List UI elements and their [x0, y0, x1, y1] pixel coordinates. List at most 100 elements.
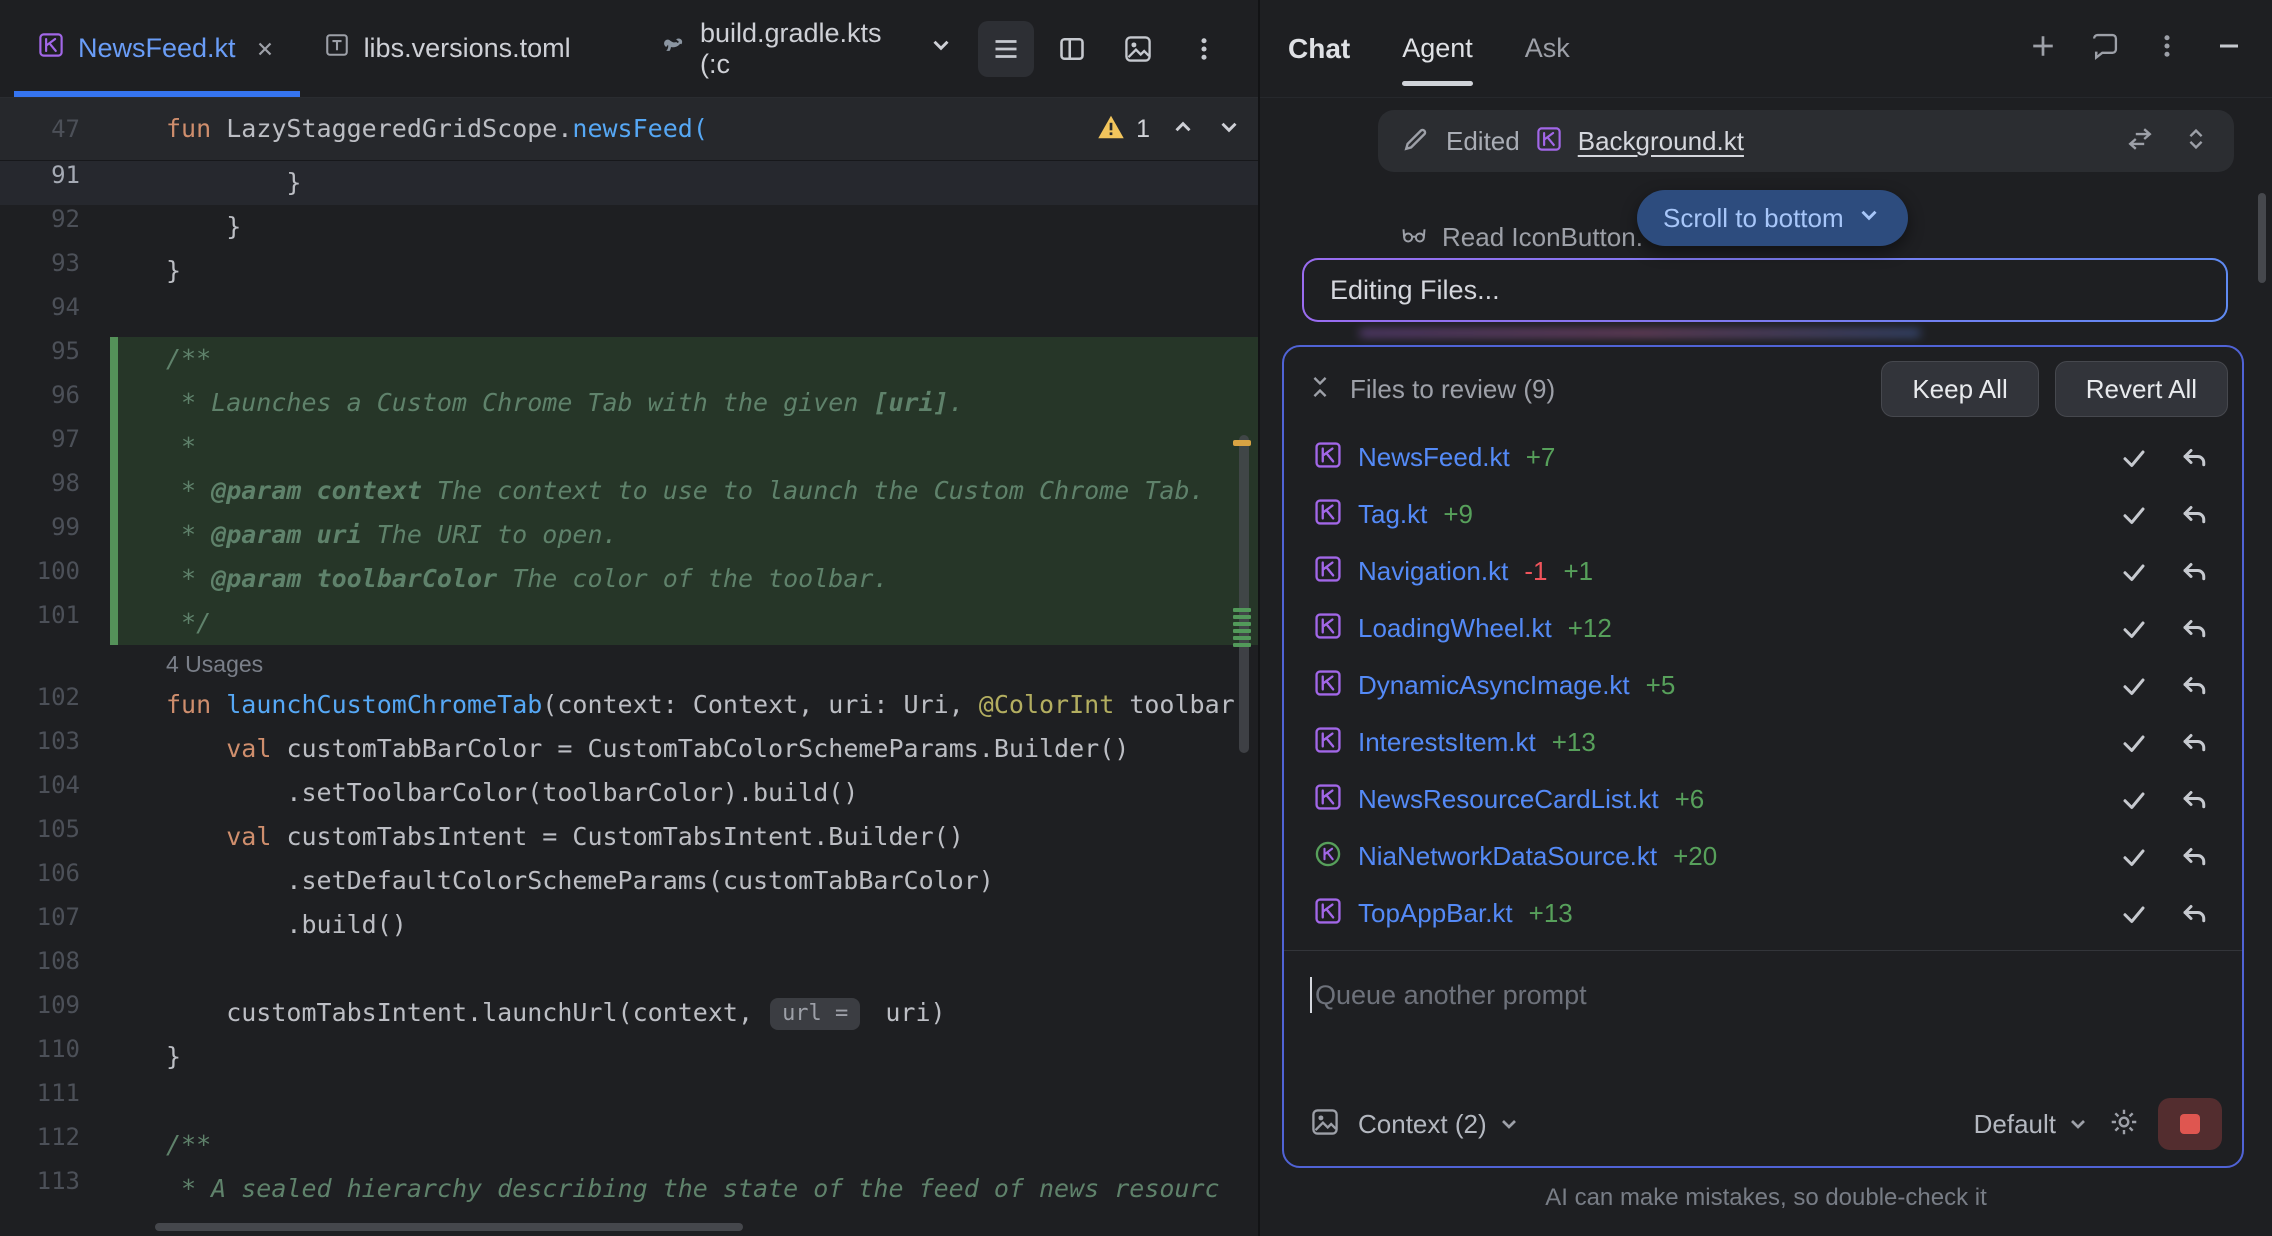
minimize-icon[interactable] — [2214, 31, 2244, 66]
code-token: The context to use to launch the Custom … — [422, 476, 1205, 505]
close-tab-icon[interactable] — [254, 38, 276, 60]
accept-file-button[interactable] — [2112, 892, 2156, 936]
code-line[interactable]: 103 val customTabBarColor = CustomTabCol… — [0, 727, 1258, 771]
code-area[interactable]: 91 }92 }93}9495/**96 * Launches a Custom… — [0, 161, 1258, 1211]
accept-file-button[interactable] — [2112, 721, 2156, 765]
gear-icon[interactable] — [2108, 1106, 2140, 1143]
revert-file-button[interactable] — [2172, 778, 2216, 822]
horizontal-scrollbar[interactable] — [155, 1223, 743, 1231]
warning-icon[interactable] — [1096, 112, 1126, 147]
usages-hint-row[interactable]: 4 Usages — [0, 645, 1258, 683]
code-line[interactable]: 98 * @param context The context to use t… — [0, 469, 1258, 513]
file-link[interactable]: Navigation.kt — [1358, 556, 1508, 587]
code-line[interactable]: 112/** — [0, 1123, 1258, 1167]
line-number: 105 — [0, 815, 110, 859]
chevron-down-icon[interactable] — [928, 32, 954, 65]
split-view-icon[interactable] — [1044, 21, 1100, 77]
code-line[interactable]: 91 } — [0, 161, 1258, 205]
revert-file-button[interactable] — [2172, 892, 2216, 936]
chevron-up-icon[interactable] — [1170, 114, 1196, 145]
prompt-input[interactable]: Queue another prompt — [1284, 951, 2242, 1013]
context-dropdown[interactable]: Context (2) — [1358, 1109, 1521, 1140]
revert-file-button[interactable] — [2172, 664, 2216, 708]
stop-icon — [2180, 1114, 2200, 1134]
attach-image-icon[interactable] — [1310, 1107, 1340, 1142]
code-line[interactable]: 106 .setDefaultColorSchemeParams(customT… — [0, 859, 1258, 903]
file-link[interactable]: Tag.kt — [1358, 499, 1427, 530]
chevron-down-icon[interactable] — [1216, 114, 1242, 145]
panel-scrollbar[interactable] — [2258, 193, 2266, 283]
file-link[interactable]: NiaNetworkDataSource.kt — [1358, 841, 1657, 872]
code-text: val customTabBarColor = CustomTabColorSc… — [118, 727, 1258, 771]
show-diff-icon[interactable] — [2126, 125, 2154, 158]
warning-stripe-mark[interactable] — [1233, 440, 1251, 446]
code-line[interactable]: 111 — [0, 1079, 1258, 1123]
tab-ask[interactable]: Ask — [1525, 0, 1570, 97]
code-line[interactable]: 108 — [0, 947, 1258, 991]
tab-build-gradle[interactable]: build.gradle.kts (:c — [634, 0, 978, 97]
tab-libs-versions-toml[interactable]: libs.versions.toml — [300, 0, 595, 97]
revert-file-button[interactable] — [2172, 835, 2216, 879]
sticky-header-line[interactable]: 47 fun LazyStaggeredGridScope.newsFeed( … — [0, 98, 1258, 161]
code-line[interactable]: 93} — [0, 249, 1258, 293]
kebab-menu-icon[interactable] — [2152, 31, 2182, 66]
revert-all-button[interactable]: Revert All — [2055, 361, 2228, 417]
code-line[interactable]: 107 .build() — [0, 903, 1258, 947]
accept-file-button[interactable] — [2112, 607, 2156, 651]
list-view-icon[interactable] — [978, 21, 1034, 77]
file-link[interactable]: InterestsItem.kt — [1358, 727, 1536, 758]
file-link[interactable]: NewsFeed.kt — [1358, 442, 1510, 473]
code-line[interactable]: 94 — [0, 293, 1258, 337]
code-line[interactable]: 92 } — [0, 205, 1258, 249]
code-line[interactable]: 113 * A sealed hierarchy describing the … — [0, 1167, 1258, 1211]
collapse-icon[interactable] — [1306, 373, 1334, 406]
file-link[interactable]: LoadingWheel.kt — [1358, 613, 1552, 644]
accept-file-button[interactable] — [2112, 436, 2156, 480]
code-line[interactable]: 110} — [0, 1035, 1258, 1079]
chat-history-icon[interactable] — [2090, 31, 2120, 66]
accept-file-button[interactable] — [2112, 550, 2156, 594]
scroll-to-bottom-button[interactable]: Scroll to bottom — [1637, 190, 1908, 246]
accept-file-button[interactable] — [2112, 835, 2156, 879]
file-link[interactable]: TopAppBar.kt — [1358, 898, 1513, 929]
change-stripe-marks[interactable] — [1233, 608, 1251, 650]
code-line[interactable]: 97 * — [0, 425, 1258, 469]
line-number: 104 — [0, 771, 110, 815]
expand-collapse-icon[interactable] — [2182, 125, 2210, 158]
code-line[interactable]: 96 * Launches a Custom Chrome Tab with t… — [0, 381, 1258, 425]
code-line[interactable]: 101 */ — [0, 601, 1258, 645]
new-chat-icon[interactable] — [2028, 31, 2058, 66]
revert-file-button[interactable] — [2172, 436, 2216, 480]
line-number: 91 — [0, 161, 110, 205]
revert-file-button[interactable] — [2172, 721, 2216, 765]
line-number: 112 — [0, 1123, 110, 1167]
code-line[interactable]: 100 * @param toolbarColor The color of t… — [0, 557, 1258, 601]
accept-file-button[interactable] — [2112, 493, 2156, 537]
revert-file-button[interactable] — [2172, 493, 2216, 537]
revert-file-button[interactable] — [2172, 607, 2216, 651]
accept-file-button[interactable] — [2112, 778, 2156, 822]
read-file-row[interactable]: Read IconButton. — [1400, 220, 1643, 255]
tab-newsfeed[interactable]: NewsFeed.kt — [14, 0, 300, 97]
code-line[interactable]: 95/** — [0, 337, 1258, 381]
model-dropdown[interactable]: Default — [1974, 1109, 2090, 1140]
revert-file-button[interactable] — [2172, 550, 2216, 594]
accept-file-button[interactable] — [2112, 664, 2156, 708]
tab-agent[interactable]: Agent — [1402, 0, 1473, 97]
code-line[interactable]: 102fun launchCustomChromeTab(context: Co… — [0, 683, 1258, 727]
preview-image-icon[interactable] — [1110, 21, 1166, 77]
code-text: } — [118, 205, 1258, 249]
code-line[interactable]: 105 val customTabsIntent = CustomTabsInt… — [0, 815, 1258, 859]
file-link[interactable]: DynamicAsyncImage.kt — [1358, 670, 1630, 701]
code-line[interactable]: 99 * @param uri The URI to open. — [0, 513, 1258, 557]
edited-file-link[interactable]: Background.kt — [1578, 126, 1744, 157]
kebab-menu-icon[interactable] — [1176, 21, 1232, 77]
code-line[interactable]: 109 customTabsIntent.launchUrl(context, … — [0, 991, 1258, 1035]
vertical-scrollbar[interactable] — [1239, 435, 1249, 753]
edited-file-card[interactable]: Edited Background.kt — [1378, 110, 2234, 172]
file-link[interactable]: NewsResourceCardList.kt — [1358, 784, 1659, 815]
keep-all-button[interactable]: Keep All — [1881, 361, 2038, 417]
stop-button[interactable] — [2158, 1098, 2222, 1150]
code-line[interactable]: 104 .setToolbarColor(toolbarColor).build… — [0, 771, 1258, 815]
code-token: The URI to open. — [362, 520, 618, 549]
